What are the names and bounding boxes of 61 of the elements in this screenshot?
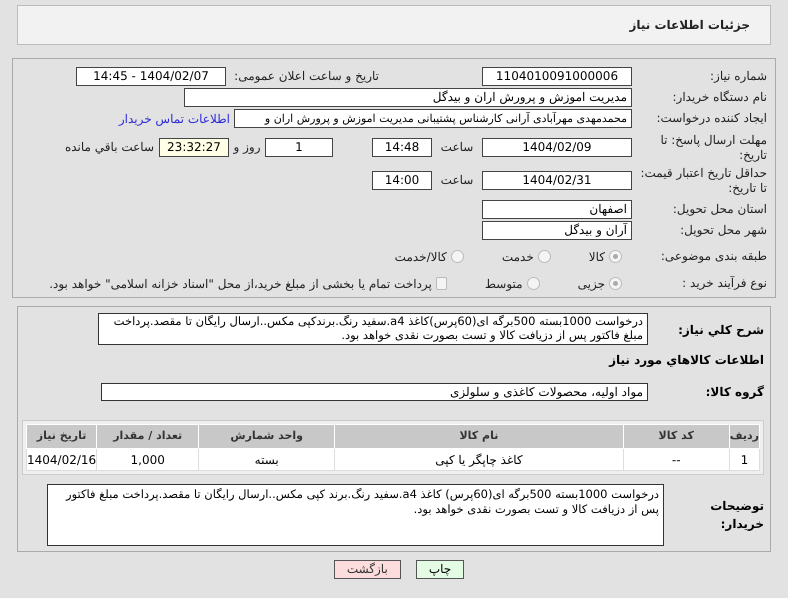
radio-button[interactable] [609,250,622,264]
buyer-notes-textarea[interactable]: درخواست 1000بسته 500برگه ای(60پرس) کاغذ a4.سفید رنگ.برند کپی مکس..ارسال رایگان تا مقصد.پرداخت مبلغ فاکتور پس از دزیافت کالا و تست بصورت نقدی خواهد بود. [47,484,664,546]
announce-date-field[interactable]: 1404/02/07 - 14:45 [76,67,226,86]
field-label: ساعت [440,173,474,188]
days-field[interactable]: 1 [265,138,333,158]
deadline-date-field[interactable]: 1404/02/09 [482,138,632,158]
column-header: تاریخ نیاز [26,424,97,448]
radio-button[interactable] [450,250,464,264]
radio-label: متوسط [484,276,523,293]
table-cell: بسته [198,448,335,470]
table-cell: کاغذ چاپگر یا کپی [334,448,624,470]
validity-date-field[interactable]: 1404/02/31 [482,171,632,190]
radio-button[interactable] [526,277,540,290]
radio-label: خدمت [502,248,534,266]
field-label: نام دستگاه خریدار: [672,90,767,106]
print-button[interactable]: چاپ [416,560,464,579]
field-label: شهر محل تحویل: [679,223,767,238]
radio-label: کالا [588,248,605,266]
remaining-time-field[interactable]: 23:32:27 [159,138,229,158]
field-label: مهلت ارسال پاسخ: تا تاریخ: [659,132,767,163]
summary-textarea[interactable]: درخواست 1000بسته 500برگه ای(60پرس)کاغذ a4.سفید رنگ.برندکپی مکس..ارسال رایگان تا مقصد.پرداخت مبلغ فاکتور پس از دزیافت کالا و تست بصورت نقدی خواهد بود. [98,313,648,345]
table-cell: 1,000 [96,448,199,470]
column-header: واحد شمارش [198,424,335,448]
field-label: گروه کالا: [704,384,764,401]
field-label: روز و [232,140,262,156]
table-cell: -- [623,448,730,470]
column-header: تعداد / مقدار [96,424,199,448]
deadline-time-field[interactable]: 14:48 [372,138,432,158]
goods-group-field[interactable]: مواد اولیه، محصولات کاغذی و سلولزی [101,383,648,401]
column-header: نام کالا [334,424,624,448]
field-label: نوع فرآیند خرید : [681,276,767,292]
column-header: ردیف [729,424,760,448]
radio-label: کالا/خدمت [394,248,447,266]
page-title: جزئیات اطلاعات نیاز [629,17,750,34]
radio-button[interactable] [609,277,622,290]
field-label: شرح کلي نیاز: [677,322,764,339]
radio-button[interactable] [538,250,551,264]
table-cell: 1 [729,448,760,470]
buyer-org-field[interactable]: مدیریت اموزش و پرورش اران و بیدگل [184,88,632,108]
validity-time-field[interactable]: 14:00 [372,171,432,190]
creator-field[interactable]: محمدمهدی مهرآبادی آرانی کارشناس پشتیبانی مدیریت اموزش و پرورش اران و [234,109,632,128]
field-label: تاریخ و ساعت اعلان عمومی: [234,69,379,84]
column-header: کد کالا [623,424,730,448]
field-label: استان محل تحویل: [672,202,767,217]
field-label: ایجاد کننده درخواست: [655,111,767,126]
field-label: حداقل تاریخ اعتبار قیمت: تا تاریخ: [639,166,767,196]
radio-label: جزیی [578,276,605,293]
back-button[interactable]: بازگشت [334,560,401,579]
field-label: شماره نیاز: [709,69,767,84]
section-heading: اطلاعات کالاهاي مورد نياز [608,352,764,369]
need-number-field[interactable]: 1104010091000006 [482,67,632,86]
field-label: ساعت باقي مانده [64,140,154,156]
field-label: طبقه بندی موضوعی: [660,249,767,264]
field-label: توضیحات خریدار: [709,498,764,533]
field-label: ساعت [440,140,474,156]
buyer-contact-link[interactable]: اطلاعات تماس خریدار [118,110,230,128]
checkbox-label: پرداخت تمام یا بخشی از مبلغ خرید،از محل "اسناد خزانه اسلامی" خواهد بود. [49,276,432,293]
table-cell: 1404/02/16 [26,448,97,470]
city-field[interactable]: آران و بیدگل [482,221,632,240]
checkbox[interactable] [436,277,447,290]
province-field[interactable]: اصفهان [482,200,632,219]
